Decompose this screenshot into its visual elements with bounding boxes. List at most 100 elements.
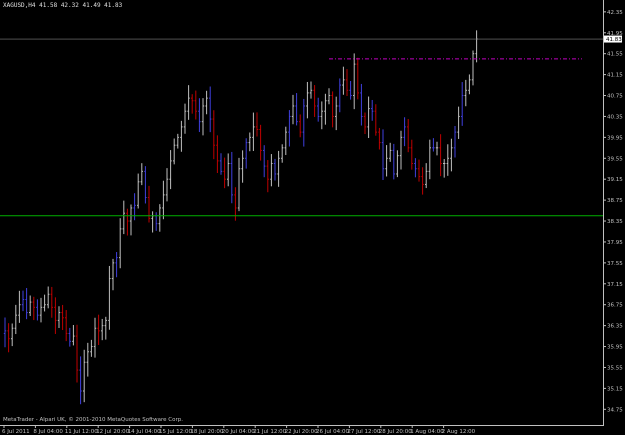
- ohlc-bar: [54, 297, 57, 334]
- copyright-text: MetaTrader - Alpari UK, © 2001-2010 Meta…: [3, 417, 183, 423]
- ohlc-bar: [288, 110, 291, 147]
- x-tick-label: 1 Aug 04:00: [410, 429, 444, 435]
- ohlc-bar: [36, 299, 39, 321]
- ohlc-bar: [291, 94, 295, 125]
- x-tick-label: 15 Jul 12:00: [159, 429, 192, 435]
- ohlc-bar: [266, 160, 269, 193]
- ohlc-bar: [410, 139, 413, 170]
- ohlc-bar: [47, 286, 50, 309]
- ohlc-bar: [144, 166, 147, 204]
- ohlc-bar: [21, 290, 25, 312]
- ohlc-chart[interactable]: 42.3541.9541.5541.1540.7540.3539.9539.55…: [0, 0, 625, 435]
- current-price-label: 41.83: [606, 37, 622, 43]
- x-tick-label: 2 Aug 12:00: [442, 429, 476, 435]
- ohlc-bar: [212, 110, 215, 160]
- y-tick-label: 40.75: [607, 94, 623, 100]
- x-tick-label: 14 Jul 04:00: [128, 429, 161, 435]
- y-tick-label: 41.55: [607, 52, 623, 58]
- ohlc-bar: [378, 127, 381, 150]
- ohlc-bar: [11, 323, 14, 347]
- ohlc-bar: [471, 50, 475, 86]
- ohlc-bar: [237, 157, 241, 212]
- ohlc-bar: [151, 211, 154, 233]
- ohlc-bar: [317, 97, 320, 122]
- ohlc-bar: [435, 141, 439, 156]
- x-tick-label: 21 Jul 12:00: [253, 429, 286, 435]
- ohlc-bar: [461, 82, 464, 126]
- ohlc-bar: [194, 90, 197, 120]
- ohlc-values: 41.58 42.32 41.49 41.83: [39, 2, 123, 9]
- ohlc-bar: [353, 53, 356, 110]
- ohlc-bar: [381, 129, 385, 180]
- ohlc-bar: [93, 317, 97, 358]
- ohlc-bar: [309, 81, 313, 99]
- y-tick-label: 35.95: [607, 345, 623, 351]
- ohlc-bar: [439, 134, 442, 177]
- ohlc-bar: [126, 208, 129, 236]
- ohlc-bar: [25, 288, 28, 320]
- ohlc-bar: [281, 144, 284, 163]
- ohlc-bar: [18, 290, 21, 323]
- ohlc-bar: [270, 154, 273, 187]
- y-tick-label: 40.35: [607, 114, 623, 120]
- ohlc-bar: [79, 356, 82, 405]
- y-tick-label: 35.55: [607, 365, 623, 371]
- ohlc-bar: [421, 167, 424, 195]
- ohlc-bar: [324, 93, 327, 125]
- ohlc-bar: [65, 310, 68, 342]
- ohlc-bar: [327, 88, 331, 105]
- ohlc-bar: [425, 163, 428, 189]
- y-tick-label: 42.35: [607, 10, 623, 16]
- ohlc-bar: [119, 218, 122, 269]
- ohlc-bar: [50, 286, 53, 318]
- ohlc-bar: [158, 204, 161, 232]
- ohlc-bar: [389, 142, 392, 162]
- ohlc-bar: [432, 138, 435, 152]
- x-tick-label: 27 Jul 12:00: [347, 429, 380, 435]
- ohlc-bar: [443, 159, 446, 178]
- ohlc-bar: [75, 324, 79, 383]
- x-tick-label: 11 Jul 12:00: [65, 429, 98, 435]
- ohlc-bar: [83, 349, 86, 403]
- ohlc-bar: [173, 138, 176, 165]
- chart-header: XAGUSD,H4 41.58 42.32 41.49 41.83: [3, 2, 122, 9]
- ohlc-bar: [338, 78, 341, 113]
- ohlc-bar: [3, 317, 7, 348]
- y-tick-label: 38.75: [607, 198, 623, 204]
- ohlc-bar: [306, 81, 309, 119]
- ohlc-bar: [259, 124, 262, 161]
- x-tick-label: 20 Jul 04:00: [222, 429, 255, 435]
- ohlc-bar: [417, 159, 421, 182]
- ohlc-bar: [7, 323, 10, 353]
- ohlc-bar: [399, 130, 403, 170]
- ohlc-bar: [147, 185, 151, 223]
- ohlc-bar: [39, 297, 43, 323]
- x-tick-label: 18 Jul 20:00: [190, 429, 223, 435]
- ohlc-bar: [263, 145, 266, 178]
- ohlc-bar: [335, 96, 338, 131]
- x-tick-label: 22 Jul 20:00: [285, 429, 318, 435]
- ohlc-bar: [14, 304, 17, 335]
- y-tick-label: 39.95: [607, 135, 623, 141]
- ohlc-bar: [137, 173, 140, 209]
- ohlc-bar: [129, 204, 133, 236]
- ohlc-bar: [414, 158, 417, 178]
- ohlc-bar: [453, 126, 457, 158]
- ohlc-bar: [209, 86, 212, 133]
- ohlc-bar: [446, 144, 449, 176]
- chart-window[interactable]: 42.35 41.95 41.55 41.15 40.75 40.35 39.95 39.55…: [0, 0, 625, 435]
- ohlc-bar: [331, 91, 334, 128]
- ohlc-bar: [252, 112, 255, 151]
- ohlc-bar: [111, 258, 115, 291]
- ohlc-bar: [428, 139, 431, 180]
- ohlc-bar: [403, 117, 406, 147]
- ohlc-bar: [227, 153, 230, 187]
- ohlc-bar: [392, 143, 395, 180]
- y-tick-label: 37.15: [607, 282, 623, 288]
- ohlc-bar: [162, 180, 165, 220]
- ohlc-bar: [302, 98, 305, 147]
- ohlc-bar: [97, 314, 100, 346]
- y-tick-label: 39.55: [607, 156, 623, 162]
- ohlc-bar: [345, 69, 349, 97]
- ohlc-bar: [72, 324, 75, 346]
